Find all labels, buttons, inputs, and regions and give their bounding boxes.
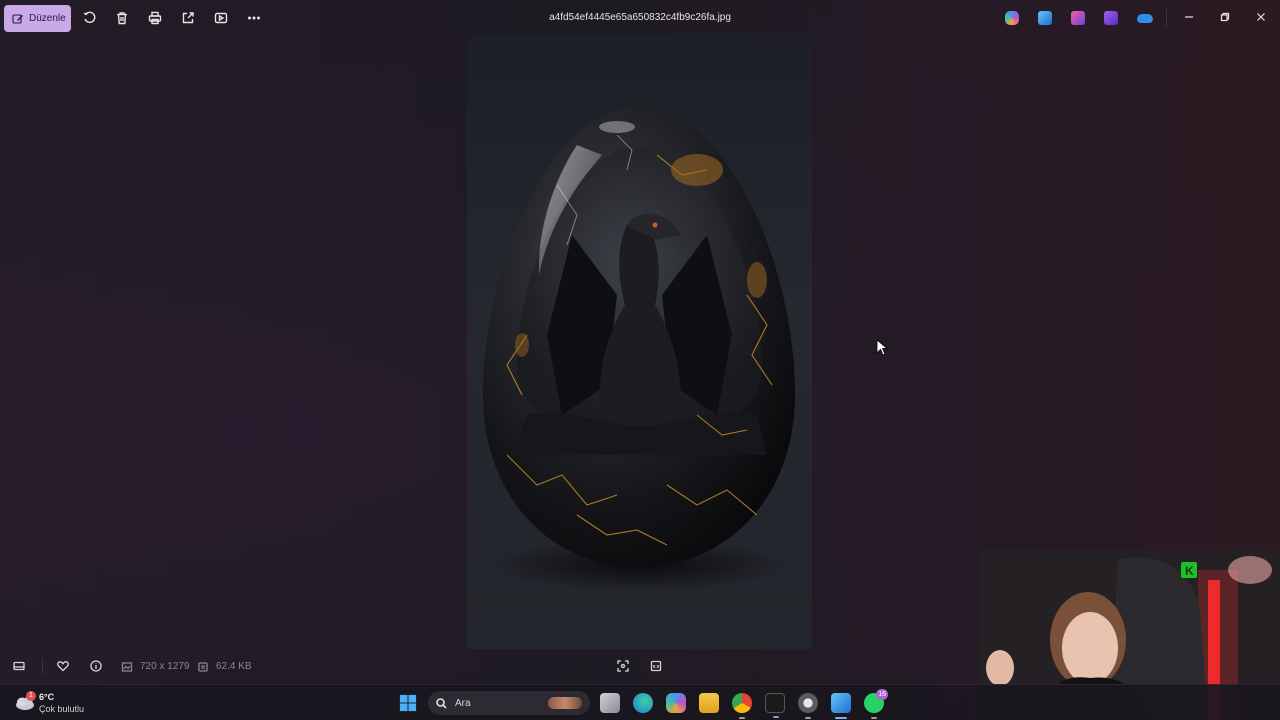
clipchamp-icon[interactable] [1104, 11, 1118, 25]
image-dimensions: 720 x 1279 [140, 661, 190, 672]
search-icon [436, 697, 447, 709]
weather-widget[interactable]: 1 6°C Çok bulutlu [14, 689, 194, 717]
copilot-icon[interactable] [1005, 11, 1019, 25]
dragon-egg-image [483, 107, 795, 591]
terminal-running-indicator [773, 716, 779, 718]
weather-condition: Çok bulutlu [39, 704, 85, 714]
file-size: 62.4 KB [216, 661, 252, 672]
photos-taskbar-icon[interactable] [831, 693, 851, 719]
taskbar-search[interactable]: Ara [428, 691, 590, 715]
image-info-bar: 720 x 1279 62.4 KB [0, 652, 980, 680]
file-size-icon [196, 660, 210, 674]
search-placeholder: Ara [455, 697, 471, 709]
toolbar-separator [1166, 9, 1167, 27]
top-toolbar: Düzenle a4fd54ef4445e65a650832c4fb9c26fa… [0, 0, 1280, 36]
mouse-cursor-icon [876, 339, 888, 356]
designer-icon[interactable] [1071, 11, 1085, 25]
search-highlight-icon [548, 697, 582, 709]
close-icon[interactable] [1254, 10, 1268, 24]
terminal-app-icon[interactable] [765, 693, 785, 718]
file-explorer-icon[interactable] [699, 693, 719, 713]
onedrive-icon[interactable] [1137, 14, 1153, 23]
chrome-running-indicator [739, 717, 745, 719]
share-icon[interactable] [179, 9, 197, 27]
chrome-icon[interactable] [732, 693, 752, 719]
photos-app-icon[interactable] [1038, 11, 1052, 25]
edit-button[interactable]: Düzenle [4, 5, 71, 32]
svg-text:K: K [1185, 564, 1194, 578]
dimensions-icon [120, 660, 134, 674]
image-viewer-photo[interactable] [467, 35, 812, 649]
windows-taskbar: 1 6°C Çok bulutlu Ara 16 [0, 684, 1280, 720]
slideshow-icon[interactable] [212, 9, 230, 27]
filmstrip-icon[interactable] [12, 659, 26, 673]
file-name-title: a4fd54ef4445e65a650832c4fb9c26fa.jpg [549, 12, 731, 23]
print-icon[interactable] [146, 9, 164, 27]
photos-active-indicator [835, 717, 847, 719]
obs-studio-icon[interactable] [798, 693, 818, 719]
obs-running-indicator [805, 717, 811, 719]
rotate-icon[interactable] [80, 9, 98, 27]
edit-button-label: Düzenle [29, 13, 66, 24]
whatsapp-icon[interactable]: 16 [864, 689, 888, 719]
start-windows-icon[interactable] [398, 693, 418, 713]
minimize-icon[interactable] [1182, 10, 1196, 24]
info-icon[interactable] [89, 659, 103, 673]
task-view-icon[interactable] [600, 693, 620, 713]
weather-temperature: 6°C [39, 692, 55, 702]
copilot-taskbar-icon[interactable] [666, 693, 686, 713]
weather-alert-badge: 1 [26, 691, 36, 701]
whatsapp-running-indicator [871, 717, 877, 719]
info-bar-separator [42, 658, 43, 674]
actual-size-icon[interactable] [649, 659, 663, 673]
edge-browser-icon[interactable] [633, 693, 653, 713]
restore-icon[interactable] [1218, 10, 1232, 24]
whatsapp-badge: 16 [876, 689, 888, 700]
more-icon[interactable] [245, 9, 263, 27]
favorite-heart-icon[interactable] [56, 659, 70, 673]
fit-to-window-icon[interactable] [616, 659, 630, 673]
trash-icon[interactable] [113, 9, 131, 27]
edit-pencil-icon [12, 13, 23, 24]
